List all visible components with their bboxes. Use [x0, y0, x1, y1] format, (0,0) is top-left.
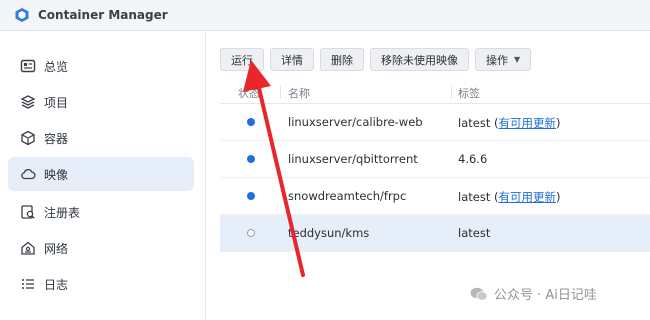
details-button[interactable]: 详情 — [270, 48, 314, 71]
image-name: linuxserver/qbittorrent — [288, 152, 418, 166]
title-bar: Container Manager — [0, 0, 650, 31]
table-row[interactable]: snowdreamtech/frpc latest (有可用更新) — [220, 178, 650, 215]
image-name: teddysun/kms — [288, 226, 370, 240]
network-icon — [20, 240, 36, 256]
image-tag: latest — [458, 190, 491, 204]
sidebar-item-label: 日志 — [44, 277, 69, 292]
image-icon — [20, 166, 36, 182]
column-header-status[interactable]: 状态 — [238, 85, 260, 101]
sidebar-item-container[interactable]: 容器 — [8, 121, 194, 155]
actions-label: 操作 — [486, 53, 508, 67]
wechat-logo-icon — [470, 287, 488, 301]
sidebar-item-label: 映像 — [44, 167, 69, 182]
column-divider[interactable] — [280, 85, 281, 99]
update-available-link[interactable]: 有可用更新 — [498, 190, 556, 204]
image-tag-cell: latest (有可用更新) — [458, 116, 561, 130]
app-title: Container Manager — [38, 8, 168, 22]
image-tag: latest — [458, 116, 491, 130]
sidebar-item-image[interactable]: 映像 — [8, 157, 194, 191]
toolbar: 运行 详情 删除 移除未使用映像 操作 ▼ — [220, 48, 532, 71]
image-name: snowdreamtech/frpc — [288, 189, 407, 203]
sidebar-item-label: 项目 — [44, 95, 69, 110]
run-button[interactable]: 运行 — [220, 48, 264, 71]
status-stopped-icon — [247, 229, 255, 237]
table-row[interactable]: linuxserver/calibre-web latest (有可用更新) — [220, 104, 650, 141]
column-header-tag[interactable]: 标签 — [458, 85, 480, 101]
status-running-icon — [247, 155, 255, 163]
chevron-down-icon: ▼ — [514, 55, 521, 64]
status-running-icon — [247, 118, 255, 126]
watermark: 公众号 · Ai日记哇 — [470, 284, 597, 303]
main-panel: 运行 详情 删除 移除未使用映像 操作 ▼ 状态 名称 标签 linuxserv… — [206, 31, 650, 320]
sidebar-item-registry[interactable]: 注册表 — [8, 195, 194, 229]
container-icon — [20, 130, 36, 146]
column-divider[interactable] — [451, 85, 452, 99]
overview-icon — [20, 58, 36, 74]
sidebar-item-network[interactable]: 网络 — [8, 231, 194, 265]
status-running-icon — [247, 192, 255, 200]
container-manager-logo-icon — [15, 8, 29, 22]
sidebar-item-label: 总览 — [44, 59, 69, 74]
image-name: linuxserver/calibre-web — [288, 115, 423, 129]
image-tag: latest — [458, 226, 491, 240]
project-icon — [20, 94, 36, 110]
sidebar: 总览 项目 容器 映像 注册表 网络 日志 — [0, 31, 206, 320]
sidebar-item-project[interactable]: 项目 — [8, 85, 194, 119]
image-tag: 4.6.6 — [458, 152, 488, 166]
delete-button[interactable]: 删除 — [320, 48, 364, 71]
log-icon — [20, 276, 36, 292]
image-tag-cell: latest (有可用更新) — [458, 190, 561, 204]
table-row[interactable]: teddysun/kms latest — [220, 215, 650, 252]
sidebar-item-log[interactable]: 日志 — [8, 267, 194, 301]
watermark-text: 公众号 · Ai日记哇 — [494, 288, 597, 303]
table-row[interactable]: linuxserver/qbittorrent 4.6.6 — [220, 141, 650, 178]
sidebar-item-label: 注册表 — [44, 205, 81, 220]
sidebar-item-label: 容器 — [44, 131, 69, 146]
actions-dropdown-button[interactable]: 操作 ▼ — [475, 48, 532, 71]
sidebar-item-overview[interactable]: 总览 — [8, 49, 194, 83]
table-header: 状态 名称 标签 — [220, 81, 650, 104]
remove-unused-images-button[interactable]: 移除未使用映像 — [370, 48, 469, 71]
update-available-link[interactable]: 有可用更新 — [498, 116, 556, 130]
registry-icon — [20, 204, 36, 220]
images-table: 状态 名称 标签 linuxserver/calibre-web latest … — [220, 81, 650, 252]
column-header-name[interactable]: 名称 — [288, 85, 310, 101]
sidebar-item-label: 网络 — [44, 241, 69, 256]
